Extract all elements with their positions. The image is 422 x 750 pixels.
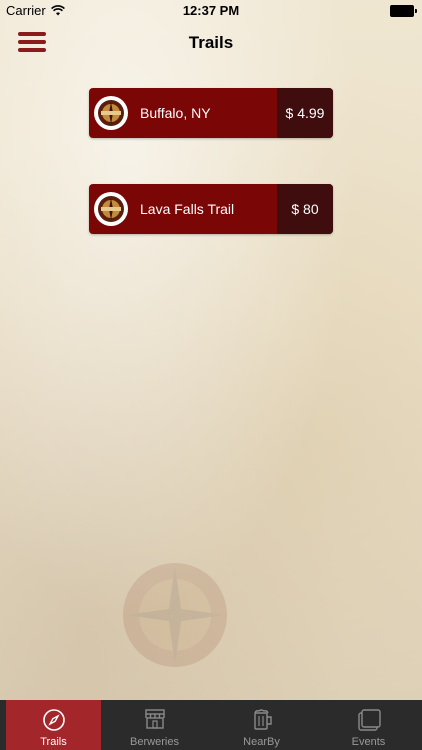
status-bar: Carrier 12:37 PM [0,0,422,22]
compass-badge-icon [98,196,124,222]
tab-events[interactable]: Events [315,700,422,750]
tab-breweries[interactable]: Berweries [101,700,208,750]
status-time: 12:37 PM [182,3,240,18]
tab-bar: Trails Berweries NearBy Events [0,700,422,750]
trail-price: $ 80 [277,184,333,234]
beer-mug-icon [253,709,272,730]
page-title: Trails [188,33,234,52]
tab-nearby[interactable]: NearBy [208,700,315,750]
tab-label: Berweries [130,736,179,748]
watermark-compass-icon [123,563,227,667]
trail-name: Buffalo, NY [140,105,211,121]
trail-price: $ 4.99 [277,88,333,138]
tab-label: Events [351,736,386,748]
battery-icon [390,5,417,17]
compass-icon [42,709,65,731]
tab-trails[interactable]: Trails [6,700,101,750]
trail-card-lava-falls[interactable]: Lava Falls Trail $ 80 [89,184,333,234]
trail-logo-icon [94,192,128,226]
calendar-icon [357,709,381,731]
nav-bar: Trails [0,22,422,66]
storefront-icon [144,709,165,729]
tab-label: NearBy [243,736,280,748]
compass-badge-icon [98,100,124,126]
tab-label: Trails [40,736,67,748]
trail-card-buffalo[interactable]: Buffalo, NY $ 4.99 [89,88,333,138]
trail-name: Lava Falls Trail [140,201,235,217]
trail-logo-icon [94,96,128,130]
